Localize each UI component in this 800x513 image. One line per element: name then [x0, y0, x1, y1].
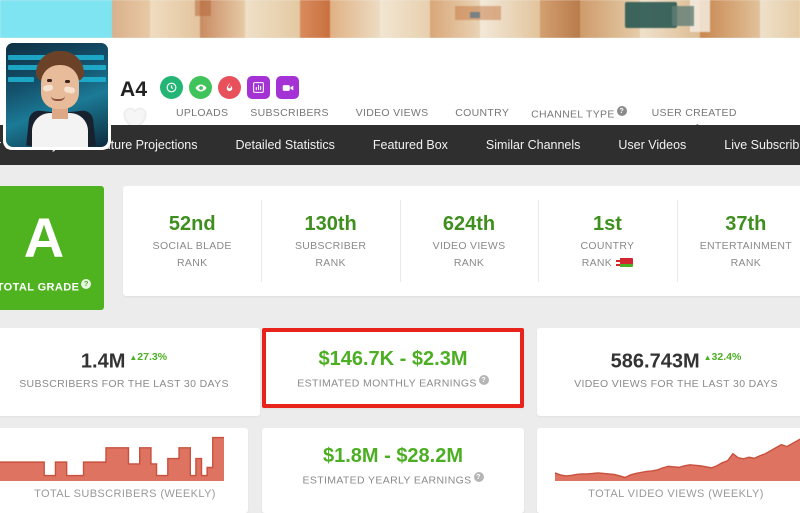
- rank-social-blade: 52nd SOCIAL BLADE RANK: [123, 186, 261, 296]
- avatar-image: [6, 43, 108, 147]
- rank-label-line1: COUNTRY: [580, 240, 635, 252]
- channel-type-label: CHANNEL TYPE: [531, 108, 615, 121]
- rank-entertainment: 37th ENTERTAINMENT RANK: [676, 186, 800, 296]
- yearly-earnings-value: $1.8M - $28.2M: [322, 445, 464, 467]
- rank-label-line2: RANK: [177, 257, 208, 269]
- rank-label-line1: ENTERTAINMENT: [699, 240, 792, 252]
- channel-badge-row: [160, 76, 299, 99]
- page-title: A4: [120, 78, 148, 101]
- thirty-day-stats-row: 1.4M ▲27.3% SUBSCRIBERS FOR THE LAST 30 D…: [0, 328, 800, 418]
- video-views-30d-delta-text: 32.4%: [711, 351, 742, 363]
- rank-label-line2: RANK: [315, 257, 346, 269]
- rank-label-line2: RANK: [730, 257, 762, 269]
- rank-label-line1: SOCIAL BLADE: [152, 240, 232, 252]
- monthly-earnings-label: ESTIMATED MONTHLY EARNINGS?: [297, 375, 489, 390]
- rank-value: 624th: [442, 213, 496, 235]
- rank-video-views: 624th VIDEO VIEWS RANK: [399, 186, 538, 296]
- video-views-weekly-sparkline: [537, 433, 800, 481]
- video-camera-icon[interactable]: [276, 76, 299, 99]
- subscribers-weekly-sparkline: [0, 433, 224, 481]
- tab-user-videos[interactable]: User Videos: [599, 125, 705, 165]
- subscribers-30d-delta-text: 27.3%: [137, 351, 168, 363]
- section-nav: er Summary Future Projections Detailed S…: [0, 125, 800, 165]
- bar-chart-icon[interactable]: [247, 76, 270, 99]
- header-stat-label: USER CREATED: [651, 107, 737, 119]
- rank-value: 1st: [592, 213, 622, 235]
- header-stat-label: CHANNEL TYPE?: [531, 106, 627, 122]
- subscribers-30d-label: SUBSCRIBERS FOR THE LAST 30 DAYS: [19, 377, 229, 390]
- rank-label-line2: RANK: [581, 256, 634, 270]
- rank-panel: 52nd SOCIAL BLADE RANK 130th SUBSCRIBER …: [123, 186, 800, 296]
- card-estimated-monthly-earnings: $146.7K - $2.3M ESTIMATED MONTHLY EARNIN…: [262, 328, 524, 408]
- channel-banner: [0, 0, 800, 38]
- tab-featured-box[interactable]: Featured Box: [354, 125, 467, 165]
- avatar[interactable]: [3, 40, 111, 150]
- card-total-video-views-weekly: TOTAL VIDEO VIEWS (WEEKLY): [537, 428, 800, 513]
- subscribers-30d-value: 1.4M ▲27.3%: [81, 346, 167, 374]
- grade-rank-row: A TOTAL GRADE? 52nd SOCIAL BLADE RANK 13…: [0, 186, 800, 310]
- header-stat-label: UPLOADS: [176, 107, 229, 119]
- yearly-earnings-label: ESTIMATED YEARLY EARNINGS?: [302, 472, 484, 487]
- card-subscribers-30-days: 1.4M ▲27.3% SUBSCRIBERS FOR THE LAST 30 D…: [0, 328, 260, 416]
- channel-header-bar: A4 UPLOADS SUBSCRIBERS VIDEO VIEWS COUNT…: [0, 38, 800, 150]
- flame-icon[interactable]: [218, 76, 241, 99]
- grade-letter: A: [23, 205, 65, 269]
- rank-value: 130th: [304, 213, 357, 235]
- header-stat-label: SUBSCRIBERS: [250, 107, 329, 119]
- card-estimated-yearly-earnings: $1.8M - $28.2M ESTIMATED YEARLY EARNINGS…: [262, 428, 524, 513]
- banner-texture-1: [195, 0, 211, 16]
- rank-value: 52nd: [168, 213, 216, 235]
- monthly-earnings-value: $146.7K - $2.3M: [318, 348, 468, 370]
- rank-label-line2: RANK: [453, 257, 485, 269]
- rank-label-line1: SUBSCRIBER: [294, 240, 367, 252]
- header-stat-label: COUNTRY: [455, 107, 510, 119]
- tab-similar-channels[interactable]: Similar Channels: [467, 125, 599, 165]
- belarus-flag-icon: [616, 258, 634, 267]
- subscribers-weekly-label: TOTAL SUBSCRIBERS (WEEKLY): [34, 488, 216, 500]
- eye-icon[interactable]: [189, 76, 212, 99]
- video-views-30d-number: 586.743M: [610, 350, 700, 373]
- total-grade-box: A TOTAL GRADE?: [0, 186, 104, 310]
- banner-texture-6: [672, 6, 694, 26]
- video-views-30d-label: VIDEO VIEWS FOR THE LAST 30 DAYS: [574, 377, 778, 390]
- rank-label-line1: VIDEO VIEWS: [432, 240, 506, 252]
- help-icon[interactable]: ?: [81, 278, 92, 289]
- bottom-charts-row: TOTAL SUBSCRIBERS (WEEKLY) $1.8M - $28.2…: [0, 428, 800, 513]
- video-views-30d-delta: ▲32.4%: [704, 351, 742, 363]
- rank-value: 37th: [725, 213, 767, 235]
- banner-texture-5: [625, 2, 677, 28]
- clock-icon[interactable]: [160, 76, 183, 99]
- card-total-subscribers-weekly: TOTAL SUBSCRIBERS (WEEKLY): [0, 428, 248, 513]
- subscribers-30d-delta: ▲27.3%: [129, 351, 167, 363]
- up-arrow-icon: ▲: [703, 353, 712, 362]
- monthly-earnings-label-text: ESTIMATED MONTHLY EARNINGS: [297, 377, 477, 390]
- grade-label-text: TOTAL GRADE: [0, 281, 80, 294]
- yearly-earnings-label-text: ESTIMATED YEARLY EARNINGS: [302, 474, 472, 487]
- card-video-views-30-days: 586.743M ▲32.4% VIDEO VIEWS FOR THE LAST …: [537, 328, 800, 416]
- help-icon[interactable]: ?: [473, 472, 484, 482]
- video-views-weekly-label: TOTAL VIDEO VIEWS (WEEKLY): [588, 488, 764, 500]
- banner-texture-3: [470, 12, 480, 18]
- tab-detailed-statistics[interactable]: Detailed Statistics: [217, 125, 354, 165]
- video-views-30d-value: 586.743M ▲32.4%: [611, 346, 742, 374]
- rank-country: 1st COUNTRY RANK: [538, 186, 676, 296]
- subscribers-30d-number: 1.4M: [80, 350, 126, 373]
- help-icon[interactable]: ?: [616, 106, 627, 116]
- header-stat-label: VIDEO VIEWS: [355, 107, 429, 119]
- grade-label: TOTAL GRADE?: [0, 278, 92, 294]
- rank-subscriber: 130th SUBSCRIBER RANK: [261, 186, 399, 296]
- rank-label-line2-text: RANK: [581, 257, 613, 269]
- socialblade-channel-page: A4 UPLOADS SUBSCRIBERS VIDEO VIEWS COUNT…: [0, 0, 800, 513]
- help-icon[interactable]: ?: [478, 375, 489, 385]
- tab-live-subscriber-count[interactable]: Live Subscrib: [705, 125, 800, 165]
